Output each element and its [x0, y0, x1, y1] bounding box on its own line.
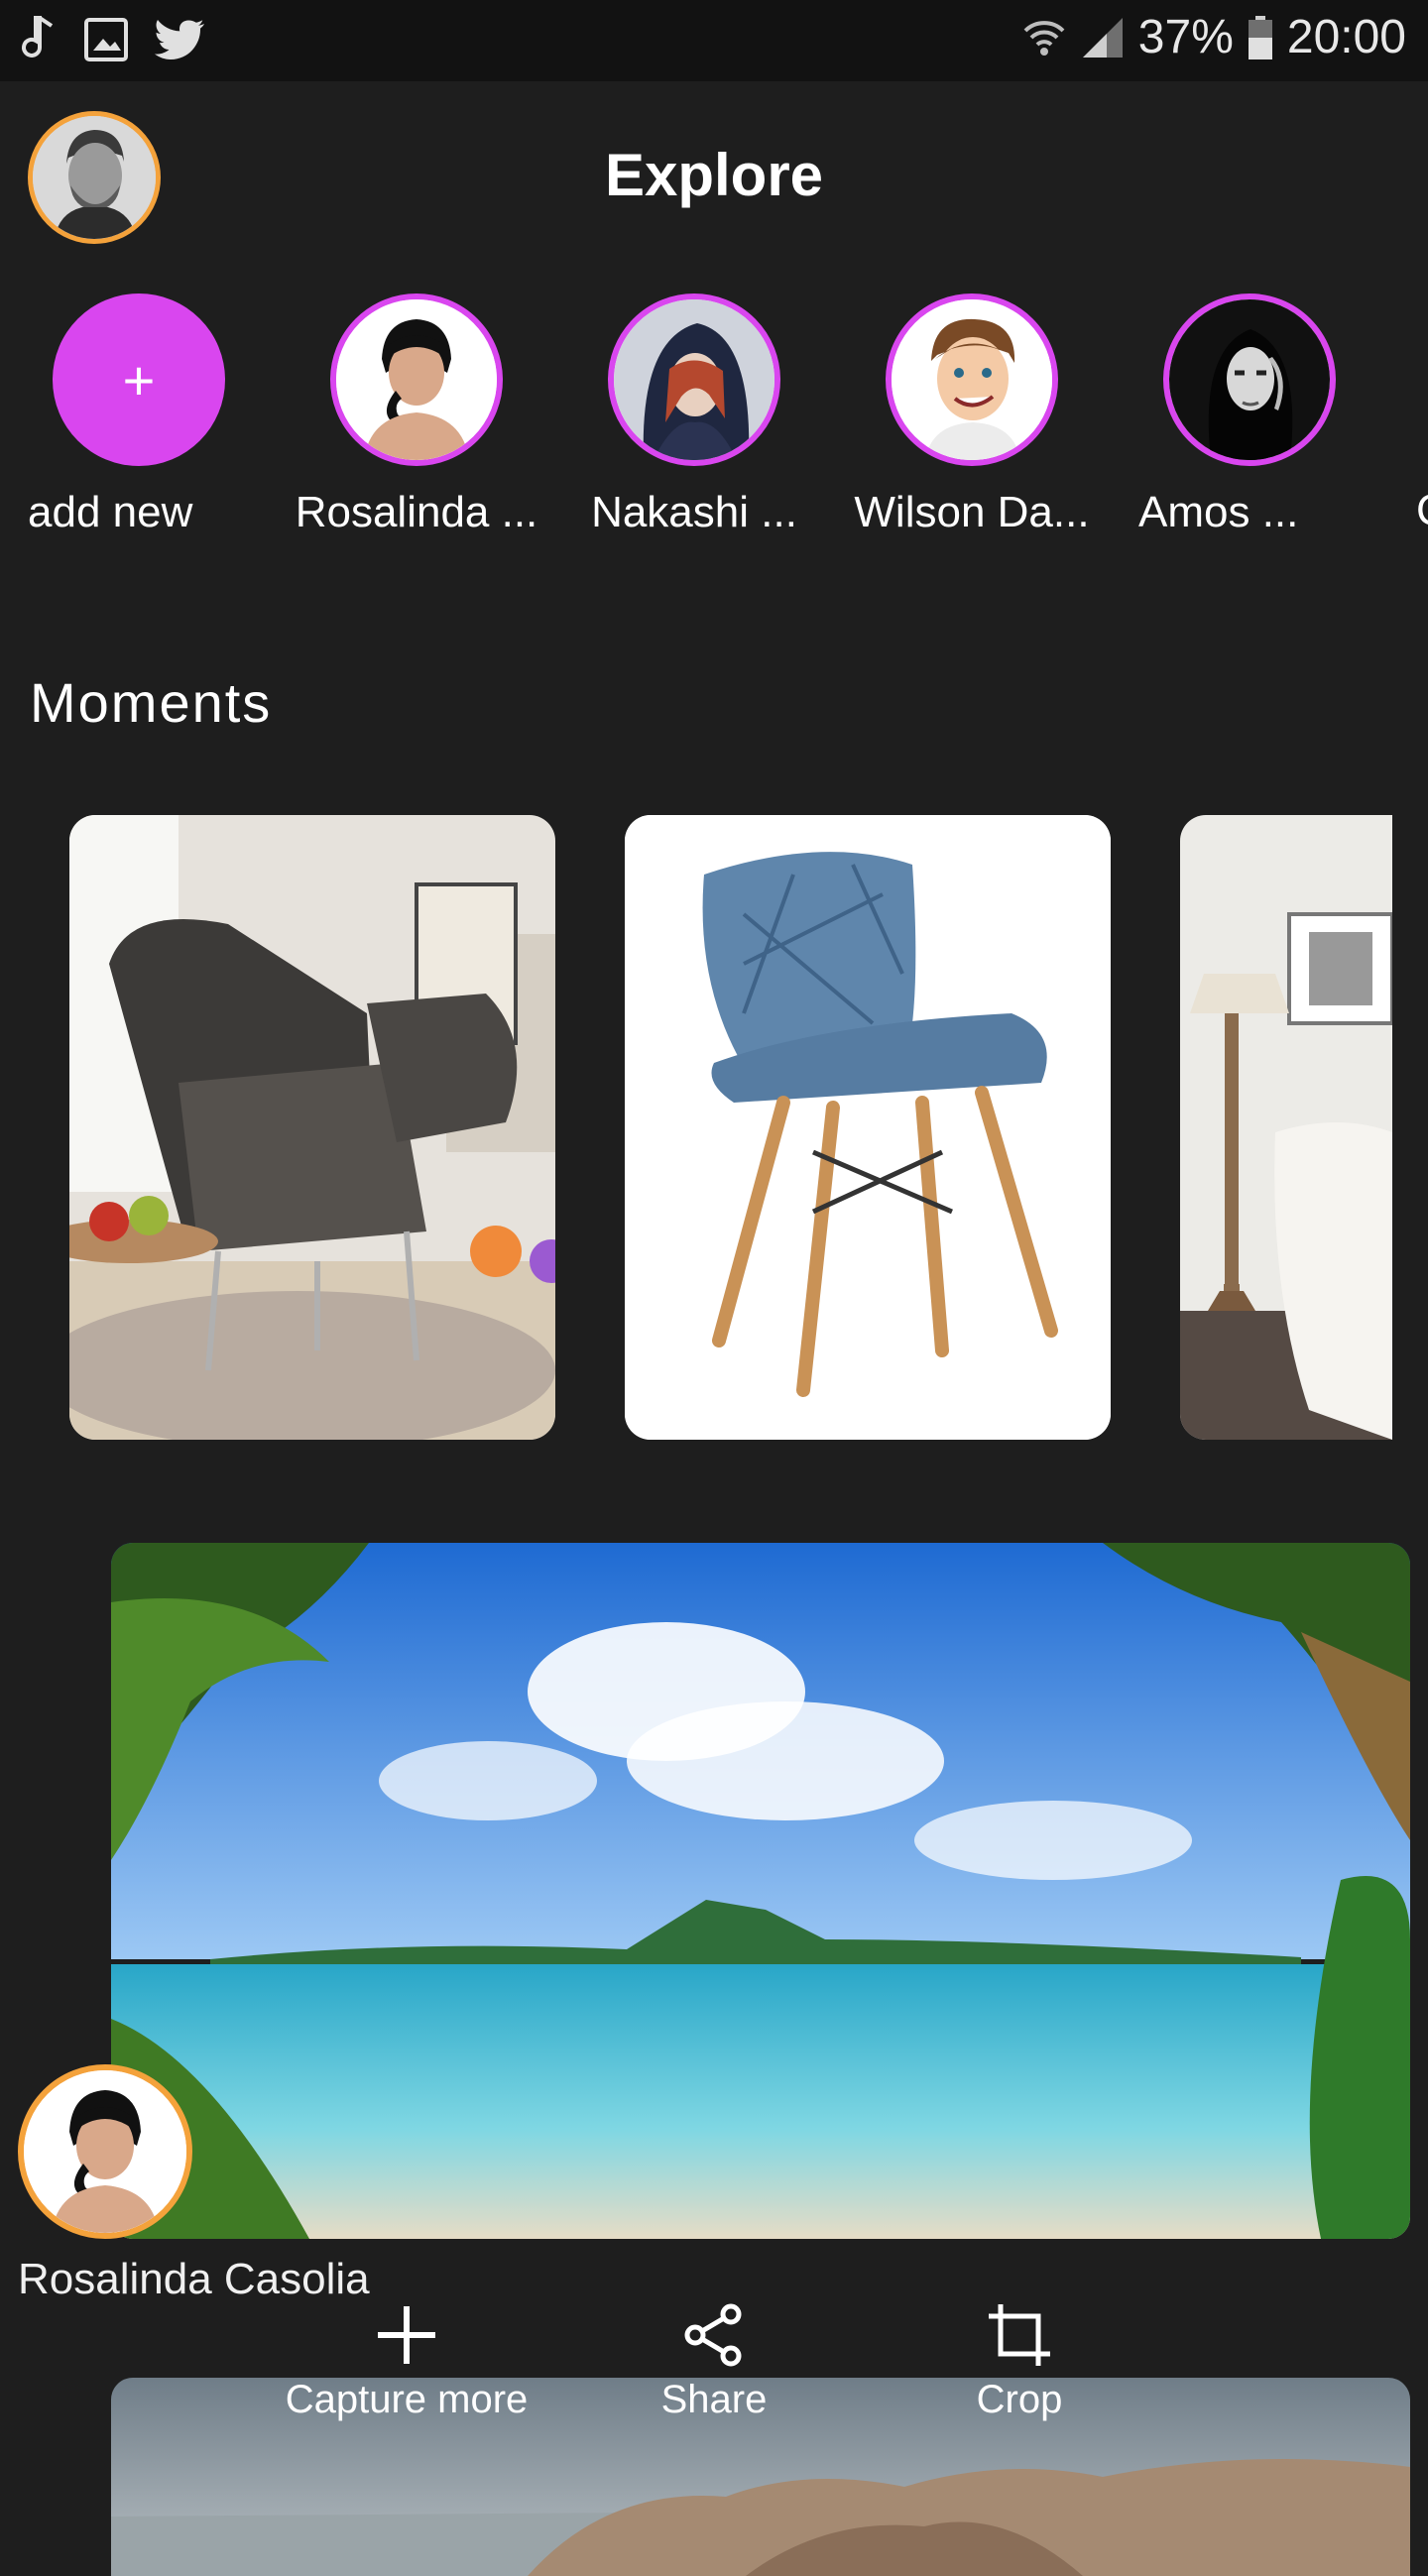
moment-card[interactable]	[625, 815, 1111, 1440]
capture-more-button[interactable]: Capture more	[258, 2302, 555, 2422]
notification-icons	[18, 14, 206, 65]
clock: 20:00	[1286, 11, 1406, 63]
action-label: Share	[660, 2378, 768, 2421]
post-author-avatar[interactable]	[18, 2064, 192, 2239]
signal-icon	[1082, 17, 1123, 58]
story-label: Amos ...	[1138, 488, 1299, 536]
share-button[interactable]: Share	[615, 2302, 813, 2422]
story-label: Rosalinda ...	[295, 488, 538, 536]
story-item-amos[interactable]: Amos ...	[1121, 293, 1378, 537]
moment-card[interactable]	[69, 815, 555, 1440]
battery-icon	[1248, 15, 1272, 59]
story-item-wilson[interactable]: Wilson Da...	[843, 293, 1101, 537]
post-author-name[interactable]: Rosalinda Casolia	[18, 2255, 370, 2304]
avatar	[608, 293, 780, 466]
crop-button[interactable]: Crop	[920, 2302, 1119, 2422]
image-icon	[84, 18, 128, 61]
section-title-moments: Moments	[30, 671, 273, 734]
action-label: Crop	[976, 2378, 1063, 2421]
wifi-icon	[1023, 20, 1065, 56]
status-bar: 37% 20:00	[0, 0, 1428, 81]
story-add-new[interactable]: + add new	[10, 293, 268, 537]
twitter-icon	[155, 20, 204, 59]
action-label: Capture more	[285, 2378, 529, 2421]
music-note-icon	[22, 16, 54, 58]
story-item-rosalinda[interactable]: Rosalinda ...	[288, 293, 545, 537]
moment-card[interactable]	[1180, 815, 1392, 1440]
story-item-nakashi[interactable]: Nakashi ...	[565, 293, 823, 537]
plus-icon: +	[122, 348, 156, 411]
system-status: 37% 20:00	[1021, 10, 1406, 64]
battery-percent: 37%	[1137, 11, 1234, 63]
avatar	[1163, 293, 1336, 466]
page-title: Explore	[604, 142, 824, 208]
share-icon	[684, 2303, 742, 2367]
story-label: Nakashi ...	[591, 488, 797, 536]
avatar	[330, 293, 503, 466]
story-item-overflow[interactable]: C	[1416, 486, 1428, 545]
avatar	[886, 293, 1058, 466]
crop-icon	[989, 2304, 1050, 2366]
plus-icon	[378, 2306, 435, 2364]
story-label: Wilson Da...	[854, 488, 1090, 536]
story-label: add new	[28, 488, 193, 536]
post-image[interactable]	[111, 1543, 1410, 2239]
add-story-button[interactable]: +	[53, 293, 225, 466]
